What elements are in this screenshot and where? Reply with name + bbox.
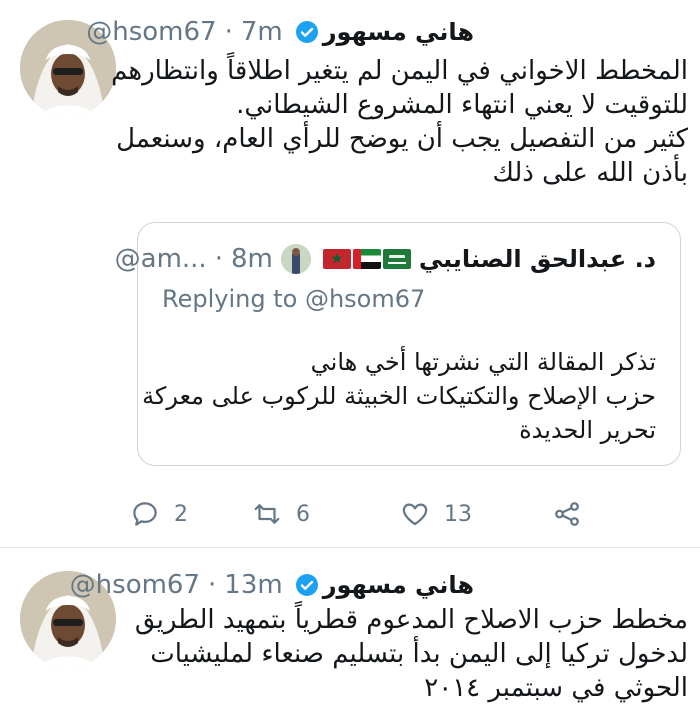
quoted-tweet[interactable]: د. عبدالحق الصنايبي @am... · 8m Replying bbox=[115, 222, 681, 466]
like-count: 13 bbox=[444, 501, 472, 527]
tweet-text: المخطط الاخواني في اليمن لم يتغير اطلاقا… bbox=[111, 54, 688, 190]
tweet-text-line: للتوقيت لا يعني انتهاء المشروع الشيطاني. bbox=[236, 90, 688, 120]
reply-icon bbox=[133, 502, 157, 526]
replying-prefix: Replying to bbox=[162, 285, 298, 313]
separator-dot: · bbox=[208, 570, 217, 600]
flag-emojis bbox=[322, 249, 411, 269]
quoted-display-name[interactable]: د. عبدالحق الصنايبي bbox=[419, 245, 656, 273]
quoted-text-line: تحرير الحديدة bbox=[519, 416, 656, 444]
timestamp[interactable]: 7m bbox=[241, 17, 283, 47]
quoted-timestamp[interactable]: 8m bbox=[231, 244, 273, 274]
user-handle[interactable]: @hsom67 bbox=[86, 17, 216, 47]
tweet[interactable]: هاني مسهور @hsom67 · 13m مخطط حزب الاصلا… bbox=[0, 549, 700, 726]
heart-icon bbox=[402, 503, 428, 526]
quoted-user-handle[interactable]: @am... bbox=[115, 244, 207, 274]
reply-button[interactable]: 2 bbox=[130, 499, 252, 529]
separator-dot: · bbox=[224, 17, 233, 47]
display-name[interactable]: هاني مسهور bbox=[323, 571, 474, 599]
share-icon bbox=[555, 502, 579, 526]
verified-badge-icon bbox=[295, 20, 319, 44]
quoted-tweet-header: د. عبدالحق الصنايبي @am... · 8m bbox=[115, 239, 656, 279]
replying-mention[interactable]: @hsom67 bbox=[305, 285, 425, 313]
quoted-tweet-text: تذكر المقالة التي نشرتها أخي هاني حزب ال… bbox=[142, 345, 656, 447]
tweet-text-line: مخطط حزب الاصلاح المدعوم قطرياً بتمهيد ا… bbox=[134, 605, 688, 635]
tweet-actions: 2 6 13 bbox=[130, 494, 600, 534]
retweet-count: 6 bbox=[296, 501, 310, 527]
flag-uae-icon bbox=[352, 249, 381, 269]
flag-morocco-icon bbox=[322, 249, 351, 269]
flag-saudi-arabia-icon bbox=[382, 249, 411, 269]
user-handle[interactable]: @hsom67 bbox=[70, 570, 200, 600]
replying-to: Replying to @hsom67 bbox=[162, 285, 425, 313]
like-button[interactable]: 13 bbox=[400, 499, 552, 529]
avatar-icon bbox=[280, 244, 311, 274]
share-button[interactable] bbox=[552, 499, 582, 529]
tweet-text-line: لدخول تركيا إلى اليمن بدأ بتسليم صنعاء ل… bbox=[150, 639, 688, 669]
tweet[interactable]: هاني مسهور @hsom67 · 7m المخطط الاخواني … bbox=[0, 0, 700, 548]
tweet-text: مخطط حزب الاصلاح المدعوم قطرياً بتمهيد ا… bbox=[134, 603, 688, 705]
retweet-button[interactable]: 6 bbox=[252, 499, 400, 529]
separator-dot: · bbox=[214, 244, 223, 274]
tweet-header: هاني مسهور @hsom67 · 7m bbox=[86, 14, 474, 50]
quoted-text-line: حزب الإصلاح والتكتيكات الخبيثة للركوب عل… bbox=[142, 382, 656, 410]
tweet-text-line: كثير من التفصيل يجب أن يوضح للرأي العام،… bbox=[116, 124, 688, 154]
quoted-user-avatar[interactable] bbox=[280, 244, 311, 274]
verified-badge-icon bbox=[295, 573, 319, 597]
tweet-text-line: المخطط الاخواني في اليمن لم يتغير اطلاقا… bbox=[111, 56, 688, 86]
display-name[interactable]: هاني مسهور bbox=[323, 18, 474, 46]
timestamp[interactable]: 13m bbox=[224, 570, 282, 600]
retweet-icon bbox=[254, 504, 280, 524]
tweet-text-line: بأذن الله على ذلك bbox=[492, 158, 688, 188]
tweet-text-line: الحوثي في سبتمبر ٢٠١٤ bbox=[424, 673, 688, 703]
tweet-header: هاني مسهور @hsom67 · 13m bbox=[70, 567, 474, 603]
quoted-text-line: تذكر المقالة التي نشرتها أخي هاني bbox=[310, 348, 656, 376]
reply-count: 2 bbox=[174, 501, 188, 527]
